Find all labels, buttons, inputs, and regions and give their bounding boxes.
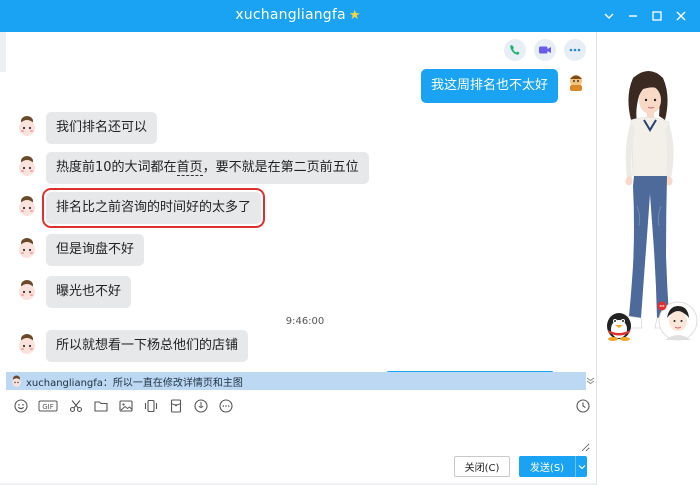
- image-icon: [118, 400, 133, 412]
- close-icon: [676, 11, 686, 21]
- clock-icon: [575, 398, 590, 413]
- contact-avatar-icon[interactable]: [14, 154, 40, 180]
- input-toolbar: GIF: [12, 397, 234, 415]
- more-circle-icon: [218, 399, 233, 413]
- voice-message-button[interactable]: [192, 398, 209, 415]
- incoming-message-bubble[interactable]: 所以就想看一下杨总他们的店铺: [46, 330, 249, 362]
- voice-icon: [193, 399, 208, 413]
- panel-edge: [0, 32, 6, 72]
- chevron-down-icon: [578, 464, 585, 469]
- dropdown-button[interactable]: [598, 6, 620, 26]
- more-options-button[interactable]: [564, 39, 586, 61]
- notice-collapse-button[interactable]: [586, 376, 595, 387]
- send-file-button[interactable]: [92, 398, 109, 415]
- gif-icon: GIF: [38, 400, 58, 412]
- phone-icon: [510, 45, 520, 55]
- send-options-button[interactable]: [575, 456, 587, 477]
- gif-button[interactable]: GIF: [37, 398, 59, 415]
- more-tools-button[interactable]: [217, 398, 234, 415]
- incoming-message-row: 排名比之前咨询的时间好的太多了: [14, 188, 266, 228]
- minimize-button[interactable]: [622, 6, 644, 26]
- contact-profile-avatar-icon[interactable]: [657, 300, 699, 342]
- keyword-link[interactable]: 首页: [176, 160, 203, 176]
- send-button[interactable]: 发送(S): [519, 456, 575, 477]
- screenshot-button[interactable]: [67, 398, 84, 415]
- video-call-button[interactable]: [534, 39, 556, 61]
- incoming-message-bubble[interactable]: 我们排名还可以: [46, 112, 158, 144]
- star-icon: ★: [348, 8, 361, 23]
- penguin-icon[interactable]: [599, 306, 639, 342]
- chevron-down-icon: [604, 13, 614, 19]
- maximize-button[interactable]: [646, 6, 668, 26]
- contact-avatar-icon[interactable]: [14, 278, 40, 304]
- close-window-button[interactable]: [670, 6, 692, 26]
- message-text: ，要不就是在第二页前五位: [202, 160, 359, 175]
- message-input[interactable]: [6, 418, 590, 452]
- smiley-icon: [13, 399, 28, 413]
- message-timestamp: 9:46:00: [285, 316, 325, 327]
- gif-label: GIF: [42, 403, 54, 411]
- red-packet-button[interactable]: [167, 398, 184, 415]
- contact-avatar-icon[interactable]: [14, 332, 40, 358]
- shake-window-button[interactable]: [142, 398, 159, 415]
- contact-avatar-icon[interactable]: [14, 194, 40, 220]
- notice-text: xuchangliangfa：所以一直在修改详情页和主图: [26, 377, 243, 389]
- maximize-icon: [652, 11, 662, 21]
- contact-name: xuchangliangfa: [235, 7, 346, 23]
- minimize-icon: [629, 15, 637, 17]
- new-message-notice[interactable]: xuchangliangfa：所以一直在修改详情页和主图: [6, 372, 586, 390]
- red-envelope-icon: [170, 399, 181, 413]
- video-camera-icon: [539, 46, 551, 54]
- shake-icon: [144, 399, 157, 413]
- emoji-button[interactable]: [12, 398, 29, 415]
- contact-avatar-icon[interactable]: [14, 236, 40, 262]
- incoming-message-row: 所以就想看一下杨总他们的店铺: [14, 330, 249, 362]
- incoming-message-bubble[interactable]: 曝光也不好: [46, 276, 132, 308]
- side-panel: [596, 32, 700, 485]
- more-dots-icon: [569, 48, 581, 52]
- incoming-message-row: 我们排名还可以: [14, 112, 158, 144]
- outgoing-message-row: 我这周排名也不太好: [420, 69, 586, 103]
- highlighted-message-bubble[interactable]: 排名比之前咨询的时间好的太多了: [41, 188, 266, 228]
- message-history-button[interactable]: [574, 397, 591, 414]
- send-image-button[interactable]: [117, 398, 134, 415]
- message-text: 热度前10的大词都在: [56, 160, 177, 175]
- title-bar: xuchangliangfa ★: [0, 0, 700, 32]
- close-button[interactable]: 关闭(C): [454, 456, 510, 477]
- folder-icon: [93, 401, 108, 412]
- incoming-message-row: 热度前10的大词都在首页，要不就是在第二页前五位: [14, 152, 369, 184]
- sender-avatar-icon: [12, 375, 21, 387]
- contact-avatar-icon[interactable]: [14, 114, 40, 140]
- my-avatar-icon[interactable]: [566, 71, 586, 93]
- window-title: xuchangliangfa ★: [0, 7, 596, 23]
- incoming-message-row: 曝光也不好: [14, 276, 132, 308]
- incoming-message-row: 但是询盘不好: [14, 234, 145, 266]
- incoming-message-bubble[interactable]: 热度前10的大词都在首页，要不就是在第二页前五位: [46, 152, 369, 184]
- incoming-message-bubble[interactable]: 但是询盘不好: [46, 234, 145, 266]
- chat-history[interactable]: 我这周排名也不太好 我们排名还可以 热度前10的大词都在首页，要不就是在第二页前…: [0, 32, 596, 372]
- voice-call-button[interactable]: [504, 39, 526, 61]
- chevron-down-double-icon: [586, 377, 595, 385]
- scissors-icon: [69, 400, 82, 413]
- outgoing-message-bubble[interactable]: 我这周排名也不太好: [420, 69, 558, 103]
